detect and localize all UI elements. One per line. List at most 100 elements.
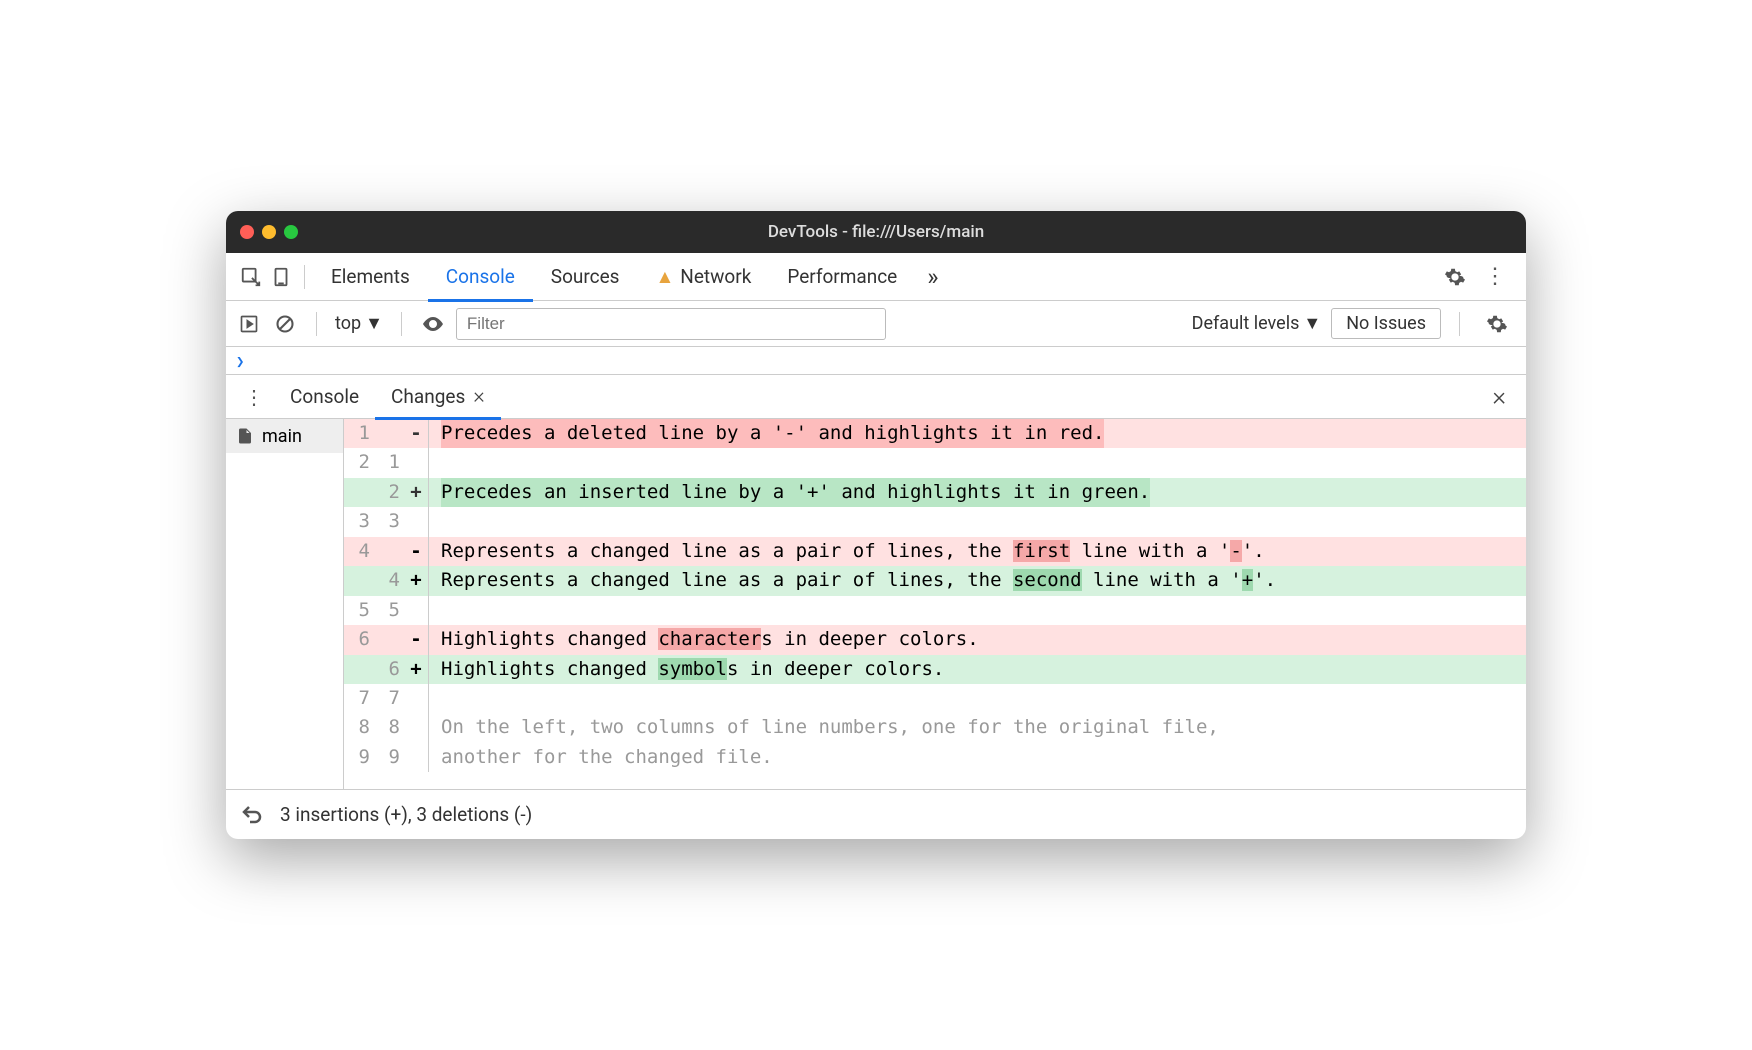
diff-sign: + <box>404 478 428 507</box>
divider <box>304 265 305 289</box>
diff-line: 4+Represents a changed line as a pair of… <box>344 566 1526 595</box>
gutter-separator <box>428 596 429 625</box>
files-sidebar: main <box>226 419 344 789</box>
inspect-element-icon[interactable] <box>236 262 266 292</box>
tab-sources[interactable]: Sources <box>533 253 638 301</box>
console-prompt[interactable]: ❯ <box>226 347 1526 375</box>
diff-line: 88On the left, two columns of line numbe… <box>344 713 1526 742</box>
file-name: main <box>262 426 302 447</box>
diff-line: 1 -Precedes a deleted line by a '-' and h… <box>344 419 1526 448</box>
drawer-menu-icon[interactable]: ⋮ <box>234 385 274 409</box>
tab-performance[interactable]: Performance <box>769 253 915 301</box>
context-label: top <box>335 313 361 334</box>
drawer-tab-label: Console <box>290 385 359 408</box>
settings-icon[interactable] <box>1436 266 1474 288</box>
changes-footer: 3 insertions (+), 3 deletions (-) <box>226 789 1526 839</box>
warning-icon: ▲ <box>655 265 674 289</box>
gutter-separator <box>428 743 429 772</box>
code-content: Represents a changed line as a pair of l… <box>441 537 1526 566</box>
filter-input[interactable] <box>456 308 886 340</box>
drawer-tab-console[interactable]: Console <box>274 375 375 419</box>
code-content: Highlights changed symbols in deeper col… <box>441 655 1526 684</box>
line-number-new: 7 <box>374 684 404 713</box>
line-number-old: 8 <box>344 713 374 742</box>
context-selector[interactable]: top ▼ <box>335 313 383 334</box>
line-number-new: 9 <box>374 743 404 772</box>
line-number-old: 4 <box>344 537 374 566</box>
drawer-tab-changes[interactable]: Changes × <box>375 375 501 419</box>
close-drawer-icon[interactable]: × <box>1480 382 1518 412</box>
file-item-main[interactable]: main <box>226 419 343 453</box>
kebab-menu-icon[interactable]: ⋮ <box>1474 264 1516 289</box>
gutter-separator <box>428 713 429 742</box>
divider <box>316 312 317 336</box>
diff-sign: + <box>404 655 428 684</box>
line-number-old: 6 <box>344 625 374 654</box>
diff-line: 6+Highlights changed symbols in deeper c… <box>344 655 1526 684</box>
more-tabs-button[interactable]: » <box>915 263 950 291</box>
gutter-separator <box>428 478 429 507</box>
file-icon <box>236 425 254 447</box>
line-number-new: 5 <box>374 596 404 625</box>
console-toolbar: top ▼ Default levels ▼ No Issues <box>226 301 1526 347</box>
changes-panel: main 1-Precedes a deleted line by a '-' … <box>226 419 1526 789</box>
gutter-separator <box>428 684 429 713</box>
line-number-old: 9 <box>344 743 374 772</box>
tab-network[interactable]: ▲Network <box>637 253 769 301</box>
tab-elements[interactable]: Elements <box>313 253 428 301</box>
tab-label: Console <box>446 265 515 288</box>
chevron-down-icon: ▼ <box>1303 313 1321 334</box>
maximize-window-button[interactable] <box>284 225 298 239</box>
live-expression-icon[interactable] <box>420 311 446 337</box>
device-toolbar-icon[interactable] <box>266 262 296 292</box>
diff-view[interactable]: 1-Precedes a deleted line by a '-' and h… <box>344 419 1526 789</box>
issues-label: No Issues <box>1346 313 1426 334</box>
line-number-new: 2 <box>374 478 404 507</box>
chevron-down-icon: ▼ <box>365 313 383 334</box>
close-tab-icon[interactable]: × <box>473 384 485 409</box>
show-sidebar-icon[interactable] <box>236 311 262 337</box>
gutter-separator <box>428 537 429 566</box>
changes-summary: 3 insertions (+), 3 deletions (-) <box>280 803 532 826</box>
tab-label: Sources <box>551 265 620 288</box>
line-number-old: 7 <box>344 684 374 713</box>
line-number-old: 1 <box>344 419 374 448</box>
main-toolbar: Elements Console Sources ▲Network Perfor… <box>226 253 1526 301</box>
panel-tabs: Elements Console Sources ▲Network Perfor… <box>313 253 1436 301</box>
window-title: DevTools - file:///Users/main <box>768 222 984 242</box>
gutter-separator <box>428 448 429 477</box>
code-content: On the left, two columns of line numbers… <box>441 713 1526 742</box>
line-number-old: 2 <box>344 448 374 477</box>
diff-line: 6 -Highlights changed characters in deepe… <box>344 625 1526 654</box>
code-content: another for the changed file. <box>441 743 1526 772</box>
line-number-new: 1 <box>374 448 404 477</box>
diff-line: 55 <box>344 596 1526 625</box>
gutter-separator <box>428 419 429 448</box>
drawer-tab-label: Changes <box>391 385 465 408</box>
close-window-button[interactable] <box>240 225 254 239</box>
code-content: Highlights changed characters in deeper … <box>441 625 1526 654</box>
devtools-window: DevTools - file:///Users/main Elements C… <box>226 211 1526 839</box>
clear-console-icon[interactable] <box>272 311 298 337</box>
minimize-window-button[interactable] <box>262 225 276 239</box>
diff-sign: + <box>404 566 428 595</box>
diff-line: 21 <box>344 448 1526 477</box>
issues-button[interactable]: No Issues <box>1331 308 1441 339</box>
diff-sign: - <box>404 625 428 654</box>
line-number-old: 5 <box>344 596 374 625</box>
console-settings-icon[interactable] <box>1478 313 1516 335</box>
gutter-separator <box>428 507 429 536</box>
diff-sign: - <box>404 537 428 566</box>
line-number-new: 4 <box>374 566 404 595</box>
diff-line: 77 <box>344 684 1526 713</box>
code-content: Precedes a deleted line by a '-' and hig… <box>441 419 1104 448</box>
tab-label: Elements <box>331 265 410 288</box>
tab-label: Performance <box>787 265 897 288</box>
diff-sign: - <box>404 419 428 448</box>
gutter-separator <box>428 655 429 684</box>
tab-console[interactable]: Console <box>428 253 533 301</box>
revert-icon[interactable] <box>240 803 264 827</box>
log-levels-selector[interactable]: Default levels ▼ <box>1192 313 1322 334</box>
diff-line: 2+Precedes an inserted line by a '+' and… <box>344 478 1526 507</box>
gutter-separator <box>428 566 429 595</box>
